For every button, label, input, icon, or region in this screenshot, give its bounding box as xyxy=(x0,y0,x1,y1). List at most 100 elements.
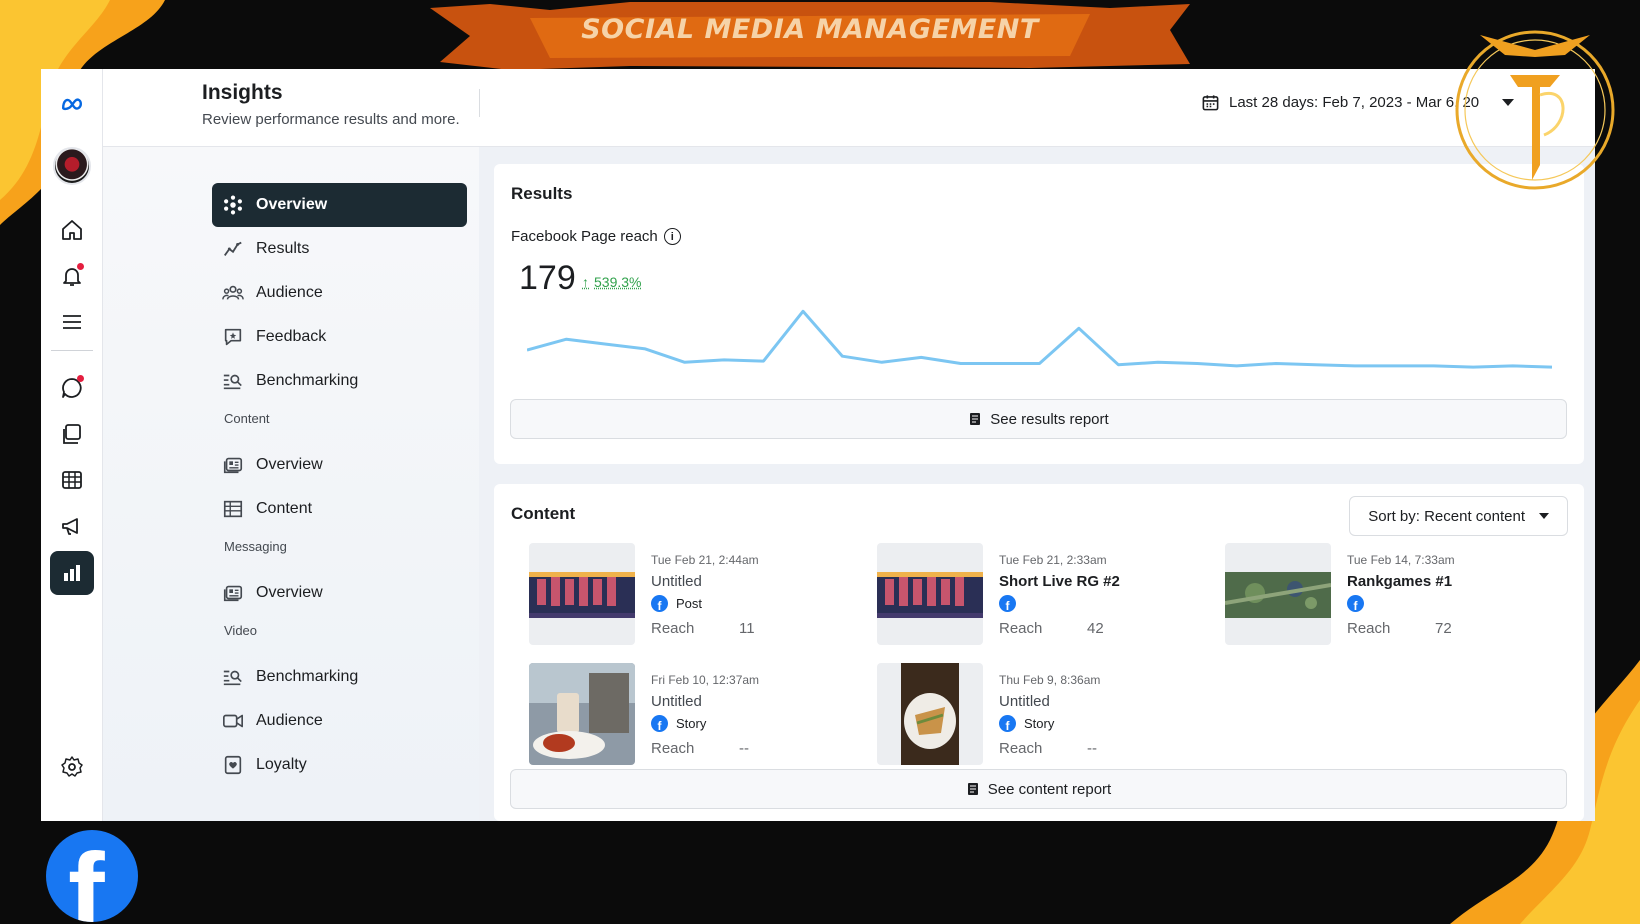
overview-icon xyxy=(224,195,242,215)
calendar-icon xyxy=(1202,95,1219,111)
insights-bar-chart-icon[interactable] xyxy=(50,551,94,595)
facebook-icon: f xyxy=(1347,595,1364,612)
sort-label: Sort by: Recent content xyxy=(1368,507,1525,525)
content-post[interactable]: Tue Feb 21, 2:33am Short Live RG #2 f Re… xyxy=(877,543,1197,645)
post-title: Untitled xyxy=(651,693,702,710)
audience-icon xyxy=(222,285,244,300)
post-reach-label: Reach xyxy=(999,740,1043,757)
nav-item-content[interactable]: Content xyxy=(212,487,467,531)
nav-item-benchmarking[interactable]: Benchmarking xyxy=(212,359,467,403)
home-icon[interactable] xyxy=(50,208,94,252)
post-thumbnail xyxy=(529,663,635,765)
nav-item-label: Loyalty xyxy=(256,756,307,773)
nav-item-label: Benchmarking xyxy=(256,668,359,685)
insights-nav: Overview Results Audience Feedback Bench… xyxy=(103,147,479,821)
post-type-label: Story xyxy=(1024,716,1055,731)
post-reach-value: 72 xyxy=(1435,620,1452,637)
inbox-dot xyxy=(77,375,84,382)
page-reach-label: Facebook Page reach xyxy=(511,228,658,245)
feedback-icon xyxy=(224,328,242,346)
page-header: Insights Review performance results and … xyxy=(103,69,1595,147)
post-type: f Story xyxy=(999,715,1054,732)
nav-item-label: Benchmarking xyxy=(256,372,359,389)
nav-section-messaging: Messaging xyxy=(224,539,287,554)
content-post[interactable]: Fri Feb 10, 12:37am Untitled f Story Rea… xyxy=(529,663,849,765)
nav-section-content: Content xyxy=(224,411,270,426)
settings-gear-icon[interactable] xyxy=(50,745,94,789)
brand-logo-emblem xyxy=(1455,30,1615,190)
facebook-icon: f xyxy=(999,595,1016,612)
nav-item-overview[interactable]: Overview xyxy=(212,183,467,227)
nav-item-video-audience[interactable]: Audience xyxy=(212,699,467,743)
nav-item-results[interactable]: Results xyxy=(212,227,467,271)
nav-item-messaging-overview[interactable]: Overview xyxy=(212,571,467,615)
sort-dropdown[interactable]: Sort by: Recent content xyxy=(1349,496,1568,536)
see-content-report-button[interactable]: See content report xyxy=(510,769,1567,809)
notifications-bell-icon[interactable] xyxy=(50,254,94,298)
post-date: Thu Feb 9, 8:36am xyxy=(999,673,1101,687)
nav-item-label: Feedback xyxy=(256,328,327,345)
post-reach-value: 11 xyxy=(739,620,755,637)
post-reach-value: -- xyxy=(1087,740,1097,757)
page-reach-metric: Facebook Page reach i xyxy=(511,228,681,245)
post-reach-label: Reach xyxy=(651,740,695,757)
post-reach-label: Reach xyxy=(1347,620,1391,637)
post-title: Untitled xyxy=(651,573,702,590)
insights-app: Insights Review performance results and … xyxy=(41,69,1595,821)
page-subtitle: Review performance results and more. xyxy=(202,111,460,128)
content-title: Content xyxy=(511,504,576,523)
info-icon[interactable]: i xyxy=(663,228,681,245)
nav-section-video: Video xyxy=(224,623,258,638)
post-reach-value: 42 xyxy=(1087,620,1104,637)
icon-rail xyxy=(41,69,103,821)
posts-stack-icon[interactable] xyxy=(50,412,94,456)
nav-item-label: Content xyxy=(256,500,313,517)
post-date: Fri Feb 10, 12:37am xyxy=(651,673,760,687)
nav-item-video-benchmarking[interactable]: Benchmarking xyxy=(212,655,467,699)
see-results-report-button[interactable]: See results report xyxy=(510,399,1567,439)
nav-item-audience[interactable]: Audience xyxy=(212,271,467,315)
post-title: Untitled xyxy=(999,693,1050,710)
post-title: Short Live RG #2 xyxy=(999,573,1120,590)
facebook-icon: f xyxy=(651,715,668,732)
post-thumbnail xyxy=(1225,543,1331,645)
messaging-overview-icon xyxy=(223,585,243,602)
content-post[interactable]: Thu Feb 9, 8:36am Untitled f Story Reach… xyxy=(877,663,1197,765)
nav-item-content-overview[interactable]: Overview xyxy=(212,443,467,487)
reach-change[interactable]: ↑ 539.3% xyxy=(582,274,641,290)
reach-value: 179 xyxy=(519,259,576,297)
rail-divider xyxy=(51,350,93,351)
post-type-label: Post xyxy=(676,596,703,611)
post-type-label: Story xyxy=(676,716,707,731)
nav-item-label: Overview xyxy=(256,456,323,473)
nav-item-label: Audience xyxy=(256,712,323,729)
nav-item-video-loyalty[interactable]: Loyalty xyxy=(212,743,467,787)
results-title: Results xyxy=(511,184,573,203)
report-icon xyxy=(967,783,978,795)
video-camera-icon xyxy=(223,714,243,728)
nav-item-label: Overview xyxy=(256,196,328,213)
banner: SOCIAL MEDIA MANAGEMENT xyxy=(430,0,1190,70)
post-date: Tue Feb 21, 2:33am xyxy=(999,553,1107,567)
post-reach-label: Reach xyxy=(999,620,1043,637)
facebook-icon: f xyxy=(999,715,1016,732)
report-icon xyxy=(970,413,981,425)
table-icon xyxy=(223,500,243,518)
post-thumbnail xyxy=(877,663,983,765)
ads-megaphone-icon[interactable] xyxy=(50,504,94,548)
menu-icon[interactable] xyxy=(50,300,94,344)
post-type: f xyxy=(999,595,1024,612)
post-type: f xyxy=(1347,595,1372,612)
content-post[interactable]: Tue Feb 21, 2:44am Untitled f Post Reach… xyxy=(529,543,849,645)
content-post[interactable]: Tue Feb 14, 7:33am Rankgames #1 f Reach … xyxy=(1225,543,1545,645)
nav-item-feedback[interactable]: Feedback xyxy=(212,315,467,359)
inbox-chat-icon[interactable] xyxy=(50,366,94,410)
reach-change-value: 539.3% xyxy=(594,274,642,290)
see-results-report-label: See results report xyxy=(990,410,1109,428)
planner-table-icon[interactable] xyxy=(50,458,94,502)
header-divider xyxy=(479,89,480,117)
meta-logo-icon[interactable] xyxy=(50,82,94,126)
page-avatar[interactable] xyxy=(53,147,91,185)
loyalty-icon xyxy=(224,755,242,775)
post-thumbnail xyxy=(529,543,635,645)
